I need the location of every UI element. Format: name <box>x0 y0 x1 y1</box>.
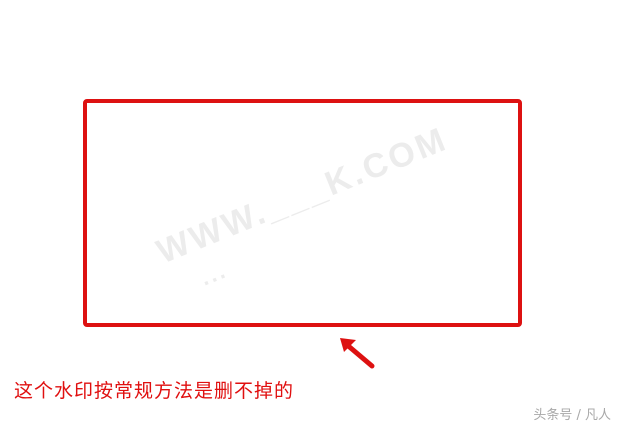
highlight-box <box>83 99 522 327</box>
caption-text: 这个水印按常规方法是删不掉的 <box>14 380 295 402</box>
arrow-up-left-icon <box>340 338 375 369</box>
source-watermark: 头条号 / 凡人 <box>533 408 611 423</box>
image-canvas: WWW.___K.COM ... 这个水印按常规方法是删不掉的 头条号 / 凡人 <box>0 0 619 433</box>
